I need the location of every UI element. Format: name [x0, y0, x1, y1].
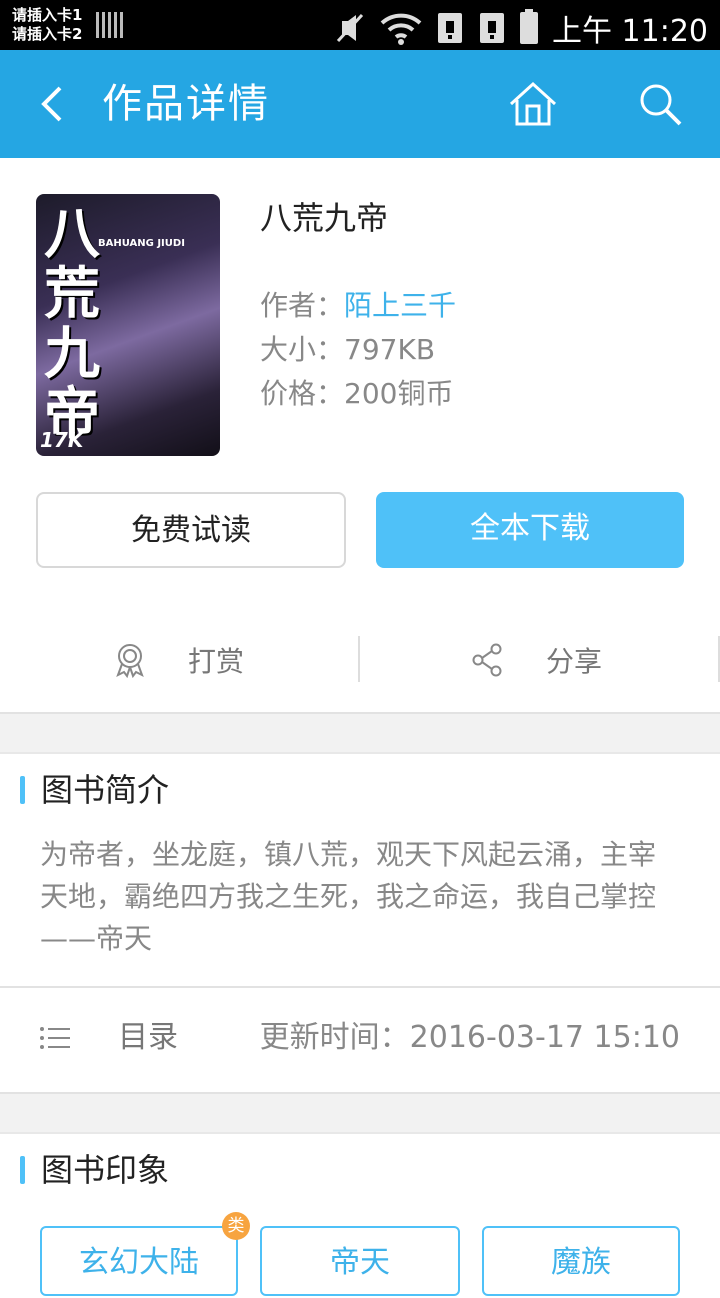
price-row: 价格：200铜币 [260, 374, 453, 414]
author-link[interactable]: 陌上三千 [344, 289, 456, 322]
book-title: 八荒九帝 [260, 199, 389, 237]
signal-bars-icon [96, 12, 123, 38]
share-button[interactable]: 分享 [470, 620, 602, 700]
share-label: 分享 [546, 645, 603, 678]
size-value: 797KB [344, 333, 436, 366]
tip-label: 打赏 [188, 645, 245, 678]
section-gap [0, 712, 720, 754]
sim1-text: 请插入卡1 [12, 6, 83, 24]
impression-heading: 图书印象 [20, 1148, 169, 1192]
divider [0, 986, 720, 988]
action-row: 打赏 分享 [0, 620, 720, 700]
size-label: 大小： [260, 333, 345, 366]
update-time: 更新时间：2016-03-17 15:10 [259, 1020, 680, 1055]
mute-icon [336, 13, 364, 43]
intro-heading: 图书简介 [20, 768, 169, 812]
toc-label: 目录 [118, 1020, 178, 1055]
sim-status: 请插入卡1 请插入卡2 [12, 6, 82, 44]
price-value: 200铜币 [344, 377, 454, 410]
divider [358, 636, 360, 682]
cover-brand: 17K [40, 428, 84, 452]
sim1-error-icon [438, 13, 462, 43]
section-marker [20, 776, 25, 804]
page-title: 作品详情 [102, 81, 270, 127]
share-icon [472, 643, 502, 677]
download-button[interactable]: 全本下载 [376, 492, 684, 568]
author-row: 作者：陌上三千 [260, 286, 456, 326]
free-read-button[interactable]: 免费试读 [36, 492, 346, 568]
impression-title: 图书印象 [41, 1151, 170, 1189]
wifi-icon [380, 13, 422, 45]
header-bar: 作品详情 [0, 50, 720, 158]
battery-icon [520, 9, 538, 44]
sim2-error-icon [480, 13, 504, 43]
clock: 上午 11:20 [552, 14, 708, 49]
tag-item[interactable]: 玄幻大陆 [40, 1226, 238, 1296]
back-arrow-icon[interactable] [34, 80, 74, 128]
status-icons: 上午 11:20 [334, 6, 708, 50]
search-icon[interactable] [636, 80, 684, 128]
author-label: 作者： [260, 289, 345, 322]
tag-item[interactable]: 魔族 [482, 1226, 680, 1296]
home-icon[interactable] [508, 80, 558, 128]
category-badge: 类 [222, 1212, 250, 1240]
cover-english-title: BAHUANG JIUDI [98, 238, 185, 249]
intro-title: 图书简介 [41, 771, 170, 809]
price-label: 价格： [260, 377, 345, 410]
book-cover[interactable]: 八荒九帝 BAHUANG JIUDI 17K [36, 194, 220, 456]
section-gap [0, 1092, 720, 1134]
status-bar: 请插入卡1 请插入卡2 上午 11:20 [0, 0, 720, 50]
sim2-text: 请插入卡2 [12, 25, 83, 43]
tip-button[interactable]: 打赏 [112, 620, 244, 700]
list-icon [40, 1027, 70, 1049]
size-row: 大小：797KB [260, 330, 435, 370]
section-marker [20, 1156, 25, 1184]
award-icon [116, 644, 144, 678]
toc-row[interactable]: 目录 更新时间：2016-03-17 15:10 [0, 1000, 720, 1078]
tag-item[interactable]: 帝天 [260, 1226, 460, 1296]
intro-text: 为帝者，坐龙庭，镇八荒，观天下风起云涌，主宰天地，霸绝四方我之生死，我之命运，我… [40, 838, 657, 955]
